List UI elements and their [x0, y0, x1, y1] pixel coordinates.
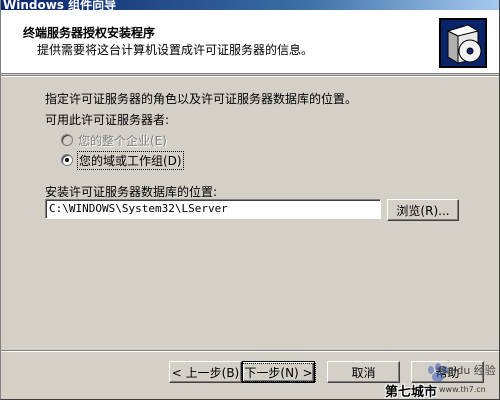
radio-domain-workgroup[interactable]: 您的域或工作组(D)	[61, 150, 184, 170]
radio-button[interactable]	[61, 134, 73, 146]
watermark-site-name: 第七城市	[385, 385, 438, 400]
footer-divider	[1, 350, 499, 352]
radio-button-selected[interactable]	[61, 154, 73, 166]
header-subtitle: 提供需要将这台计算机设置成许可证服务器的信息。	[37, 43, 314, 57]
back-button[interactable]: < 上一步(B)	[169, 361, 242, 383]
header-divider	[1, 75, 499, 77]
watermark-baidu-text: Baidu 经验	[439, 364, 496, 377]
cancel-button[interactable]: 取消	[327, 361, 400, 383]
db-location-label: 安装许可证服务器数据库的位置:	[45, 185, 218, 199]
instruction-text: 指定许可证服务器的角色以及许可证服务器数据库的位置。	[45, 92, 358, 106]
window-title: Windows 组件向导	[3, 0, 117, 10]
wizard-window: Windows 组件向导 终端服务器授权安装程序 提供需要将这台计算机设置成许可…	[0, 0, 500, 400]
next-button[interactable]: 下一步(N) >	[241, 361, 316, 383]
role-group-label: 可用此许可证服务器者:	[45, 113, 170, 127]
title-bar[interactable]: Windows 组件向导	[1, 0, 499, 10]
browse-button[interactable]: 浏览(R)...	[387, 199, 459, 221]
radio-entire-enterprise[interactable]: 您的整个企业(E)	[61, 132, 167, 148]
db-path-input[interactable]: C:\WINDOWS\System32\LServer	[45, 199, 381, 219]
wizard-header: 终端服务器授权安装程序 提供需要将这台计算机设置成许可证服务器的信息。	[1, 10, 499, 74]
next-button-label: 下一步(N) >	[241, 362, 316, 382]
watermark-url: www.th7.cn	[439, 385, 486, 394]
header-title: 终端服务器授权安装程序	[23, 26, 156, 40]
radio-entire-enterprise-label: 您的整个企业(E)	[78, 133, 167, 148]
radio-domain-workgroup-label: 您的域或工作组(D)	[77, 150, 184, 170]
setup-box-cd-icon	[439, 18, 487, 68]
